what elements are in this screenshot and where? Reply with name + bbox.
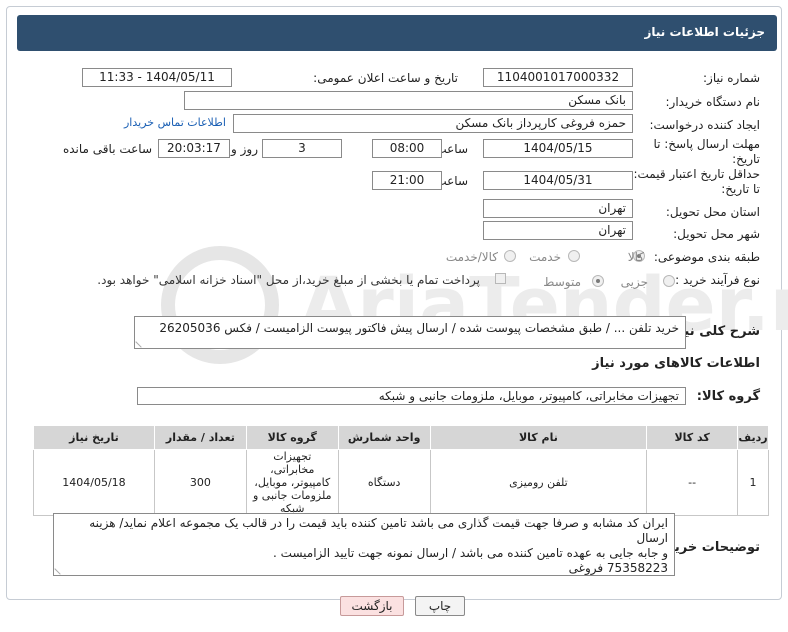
announce-field: 1404/05/11 - 11:33 xyxy=(82,68,232,87)
creator-field: حمزه فروغی کارپرداز بانک مسکن xyxy=(233,114,633,133)
treasury-payment-checkbox[interactable] xyxy=(495,273,506,284)
print-button[interactable]: چاپ xyxy=(415,596,465,616)
cell-need-date: 1404/05/18 xyxy=(33,449,155,516)
resize-grip-icon[interactable] xyxy=(135,336,147,348)
city-label: شهر محل تحویل: xyxy=(673,227,760,241)
deadline-label-line1: مهلت ارسال پاسخ: تا xyxy=(653,137,760,151)
deadline-date-field: 1404/05/15 xyxy=(483,139,633,158)
days-field: 3 xyxy=(262,139,342,158)
page-title: جزئیات اطلاعات نیاز xyxy=(644,25,765,39)
deadline-label-line2: تاریخ: xyxy=(732,152,760,166)
goods-group-field: تجهیزات مخابراتی، کامپیوتر، موبایل، ملزو… xyxy=(137,387,686,405)
process-option-medium: متوسط xyxy=(543,275,581,289)
col-header-row-number: ردیف xyxy=(737,425,769,450)
validity-label-line2: تا تاریخ: xyxy=(721,182,760,196)
process-label: نوع فرآیند خرید : xyxy=(675,273,760,287)
validity-date-field: 1404/05/31 xyxy=(483,171,633,190)
category-radio-goods-service[interactable] xyxy=(504,250,516,262)
process-radio-medium[interactable] xyxy=(592,275,604,287)
process-option-minor: جزیی xyxy=(620,275,648,289)
category-option-goods-service: کالا/خدمت xyxy=(445,250,498,264)
col-header-quantity: تعداد / مقدار xyxy=(153,425,247,450)
col-header-goods-name: نام کالا xyxy=(429,425,648,450)
category-option-goods: کالا xyxy=(627,250,644,264)
panel-header: جزئیات اطلاعات نیاز xyxy=(17,15,777,51)
creator-label: ایجاد کننده درخواست: xyxy=(649,118,760,132)
deadline-time-field: 08:00 xyxy=(372,139,442,158)
buyer-notes-line-1: ایران کد مشابه و صرفا جهت قیمت گذاری می … xyxy=(89,516,668,545)
validity-label-line1: حداقل تاریخ اعتبار قیمت: xyxy=(633,167,760,181)
goods-group-label: گروه کالا: xyxy=(696,389,760,404)
col-header-goods-code: کد کالا xyxy=(646,425,739,450)
remaining-label: ساعت باقی مانده xyxy=(62,142,152,156)
cell-goods-code: -- xyxy=(646,449,739,516)
validity-time-field: 21:00 xyxy=(372,171,442,190)
col-header-goods-group: گروه کالا xyxy=(245,425,339,450)
province-label: استان محل تحویل: xyxy=(665,205,760,219)
buyer-notes-line-2: و جابه جایی به عهده تامین کننده می باشد … xyxy=(273,546,668,560)
table-header-row: ردیف کد کالا نام کالا واحد شمارش گروه کا… xyxy=(33,425,769,450)
category-radio-service[interactable] xyxy=(568,250,580,262)
process-radio-minor[interactable] xyxy=(663,275,675,287)
back-button[interactable]: بازگشت xyxy=(340,596,404,616)
announce-label: تاریخ و ساعت اعلان عمومی: xyxy=(313,71,458,85)
contact-buyer-link[interactable]: اطلاعات تماس خریدار xyxy=(124,116,226,129)
col-header-need-date: تاریخ نیاز xyxy=(33,425,155,450)
cell-goods-name: تلفن رومیزی xyxy=(429,449,648,516)
days-label: روز و xyxy=(231,142,258,156)
category-label: طبقه بندی موضوعی: xyxy=(653,250,760,264)
goods-table: ردیف کد کالا نام کالا واحد شمارش گروه کا… xyxy=(33,425,769,516)
goods-section-title: اطلاعات کالاهای مورد نیاز xyxy=(592,356,760,371)
need-number-label: شماره نیاز: xyxy=(703,71,760,85)
table-row: 1 -- تلفن رومیزی دستگاه تجهیزات مخابراتی… xyxy=(33,449,769,516)
treasury-payment-note: پرداخت تمام یا بخشی از مبلغ خرید،از محل … xyxy=(97,273,480,287)
cell-quantity: 300 xyxy=(153,449,247,516)
buyer-notes-line-3: 75358223 فروغی xyxy=(568,561,668,575)
description-text: خرید تلفن ... / طبق مشخصات پیوست شده / ا… xyxy=(159,321,679,335)
city-field: تهران xyxy=(483,221,633,240)
category-option-service: خدمت xyxy=(529,250,561,264)
province-field: تهران xyxy=(483,199,633,218)
cell-row-number: 1 xyxy=(737,449,769,516)
cell-goods-group: تجهیزات مخابراتی، کامپیوتر، موبایل، ملزو… xyxy=(245,449,339,516)
buyer-field: بانک مسکن xyxy=(184,91,633,110)
remaining-time-field: 20:03:17 xyxy=(158,139,230,158)
col-header-unit: واحد شمارش xyxy=(337,425,431,450)
buyer-notes-textarea[interactable]: ایران کد مشابه و صرفا جهت قیمت گذاری می … xyxy=(53,513,675,576)
buyer-label: نام دستگاه خریدار: xyxy=(665,95,761,109)
description-textarea[interactable]: خرید تلفن ... / طبق مشخصات پیوست شده / ا… xyxy=(134,316,686,349)
need-number-field: 1104001017000332 xyxy=(483,68,633,87)
cell-unit: دستگاه xyxy=(337,449,431,516)
